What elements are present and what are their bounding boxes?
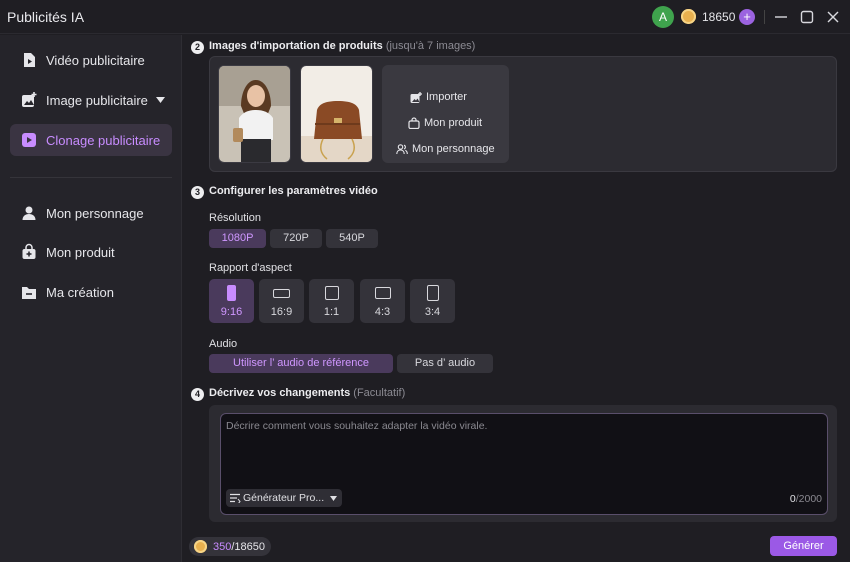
generator-dropdown[interactable]: Générateur Pro... — [226, 489, 342, 507]
aspect-option-label: 4:3 — [374, 306, 391, 318]
person-icon — [22, 206, 36, 220]
sidebar-item-label: Mon produit — [46, 245, 115, 260]
description-panel: Décrire comment vous souhaitez adapter l… — [209, 405, 837, 522]
product-image-thumbnail[interactable] — [218, 65, 291, 163]
landscape-ratio-icon — [375, 287, 391, 299]
footer-bar: 350/18650 Générer — [183, 531, 850, 562]
square-ratio-icon — [325, 286, 339, 300]
aspect-option-9-16[interactable]: 9:16 — [209, 279, 254, 323]
description-placeholder: Décrire comment vous souhaitez adapter l… — [226, 420, 488, 432]
section-title-import: Images d'importation de produits (jusqu'… — [209, 40, 475, 52]
resolution-label: Résolution — [209, 212, 261, 224]
sidebar-item-label: Clonage publicitaire — [46, 133, 161, 148]
resolution-option-720p[interactable]: 720P — [270, 229, 322, 248]
credit-balance: 18650 — [702, 10, 736, 24]
aspect-option-16-9[interactable]: 16:9 — [259, 279, 304, 323]
section-title-describe: Décrivez vos changements (Facultatif) — [209, 387, 405, 399]
sidebar-item-label: Image publicitaire — [46, 93, 148, 108]
clone-icon — [22, 133, 36, 147]
step-number: 2 — [191, 41, 204, 54]
credit-cost: 350/18650 — [213, 541, 265, 553]
sidebar-item-label: Vidéo publicitaire — [46, 53, 145, 68]
aspect-option-label: 16:9 — [270, 306, 293, 318]
sidebar-item-ad-cloning[interactable]: Clonage publicitaire — [10, 124, 172, 156]
audio-option-none[interactable]: Pas d’ audio — [397, 354, 493, 373]
upload-image-icon — [410, 92, 422, 103]
sidebar-item-label: Mon personnage — [46, 206, 144, 221]
people-icon — [396, 144, 408, 155]
folder-icon — [22, 287, 36, 299]
text-lines-icon — [230, 493, 241, 503]
aspect-option-label: 9:16 — [220, 306, 243, 318]
step-number: 3 — [191, 186, 204, 199]
aspect-option-label: 1:1 — [323, 306, 340, 318]
sidebar-divider — [10, 177, 172, 178]
app-title: Publicités IA — [7, 9, 85, 25]
section-title-text: Décrivez vos changements — [209, 387, 351, 399]
my-product-button[interactable]: Mon produit — [382, 115, 509, 133]
divider — [764, 10, 765, 24]
section-hint: (jusqu'à 7 images) — [385, 40, 476, 52]
sidebar-item-image-ad[interactable]: Image publicitaire — [10, 84, 172, 116]
maximize-icon[interactable] — [797, 7, 817, 27]
my-product-label: Mon produit — [424, 117, 483, 129]
credit-cost-value: 350 — [213, 541, 232, 553]
sidebar-item-video-ad[interactable]: Vidéo publicitaire — [10, 44, 172, 76]
sidebar-item-label: Ma création — [46, 285, 114, 300]
upload-label: Importer — [426, 91, 467, 103]
landscape-ratio-icon — [273, 289, 290, 298]
character-counter: 0/2000 — [790, 493, 822, 505]
sidebar-item-my-character[interactable]: Mon personnage — [10, 197, 172, 229]
portrait-ratio-icon — [427, 285, 439, 301]
aspect-option-label: 3:4 — [424, 306, 441, 318]
section-title-text: Images d'importation de produits — [209, 40, 383, 52]
section-title-config: Configurer les paramètres vidéo — [209, 185, 378, 197]
coin-icon — [681, 9, 696, 24]
resolution-option-540p[interactable]: 540P — [326, 229, 378, 248]
minimize-icon[interactable] — [771, 7, 791, 27]
aspect-ratio-label: Rapport d'aspect — [209, 262, 292, 274]
product-icon — [22, 243, 36, 259]
resolution-option-1080p[interactable]: 1080P — [209, 229, 266, 248]
sidebar: Vidéo publicitaire Image publicitaire Cl… — [0, 35, 182, 562]
chevron-down-icon — [330, 496, 337, 501]
description-textarea[interactable]: Décrire comment vous souhaitez adapter l… — [220, 413, 828, 515]
sidebar-item-my-creation[interactable]: Ma création — [10, 276, 172, 308]
credit-cost-badge: 350/18650 — [189, 537, 271, 556]
import-options: Importer Mon produit Mon personnage — [382, 65, 509, 163]
video-icon — [24, 53, 35, 67]
my-character-button[interactable]: Mon personnage — [382, 141, 509, 159]
person-photo — [219, 66, 290, 162]
shopping-bag-icon — [408, 117, 420, 129]
step-number: 4 — [191, 388, 204, 401]
product-images-panel: Importer Mon produit Mon personnage — [209, 56, 837, 172]
aspect-option-1-1[interactable]: 1:1 — [309, 279, 354, 323]
bag-photo — [301, 66, 372, 162]
credit-total: /18650 — [231, 541, 266, 553]
aspect-option-4-3[interactable]: 4:3 — [360, 279, 405, 323]
audio-option-reference[interactable]: Utiliser l’ audio de référence — [209, 354, 393, 373]
add-credits-button[interactable]: + — [739, 9, 755, 25]
coin-icon — [194, 540, 207, 553]
title-bar: Publicités IA A 18650 + — [0, 0, 850, 34]
character-max: /2000 — [795, 493, 822, 505]
generator-label: Générateur Pro... — [243, 492, 325, 504]
section-hint: (Facultatif) — [353, 387, 406, 399]
avatar[interactable]: A — [652, 6, 674, 28]
audio-label: Audio — [209, 338, 238, 350]
upload-button[interactable]: Importer — [382, 89, 509, 107]
close-icon[interactable] — [823, 7, 843, 27]
image-add-icon — [22, 92, 37, 107]
sidebar-item-my-product[interactable]: Mon produit — [10, 236, 172, 268]
product-image-thumbnail[interactable] — [300, 65, 373, 163]
portrait-ratio-icon — [227, 285, 236, 301]
aspect-option-3-4[interactable]: 3:4 — [410, 279, 455, 323]
generate-button[interactable]: Générer — [770, 536, 837, 556]
my-character-label: Mon personnage — [412, 143, 495, 155]
chevron-down-icon — [156, 97, 165, 103]
